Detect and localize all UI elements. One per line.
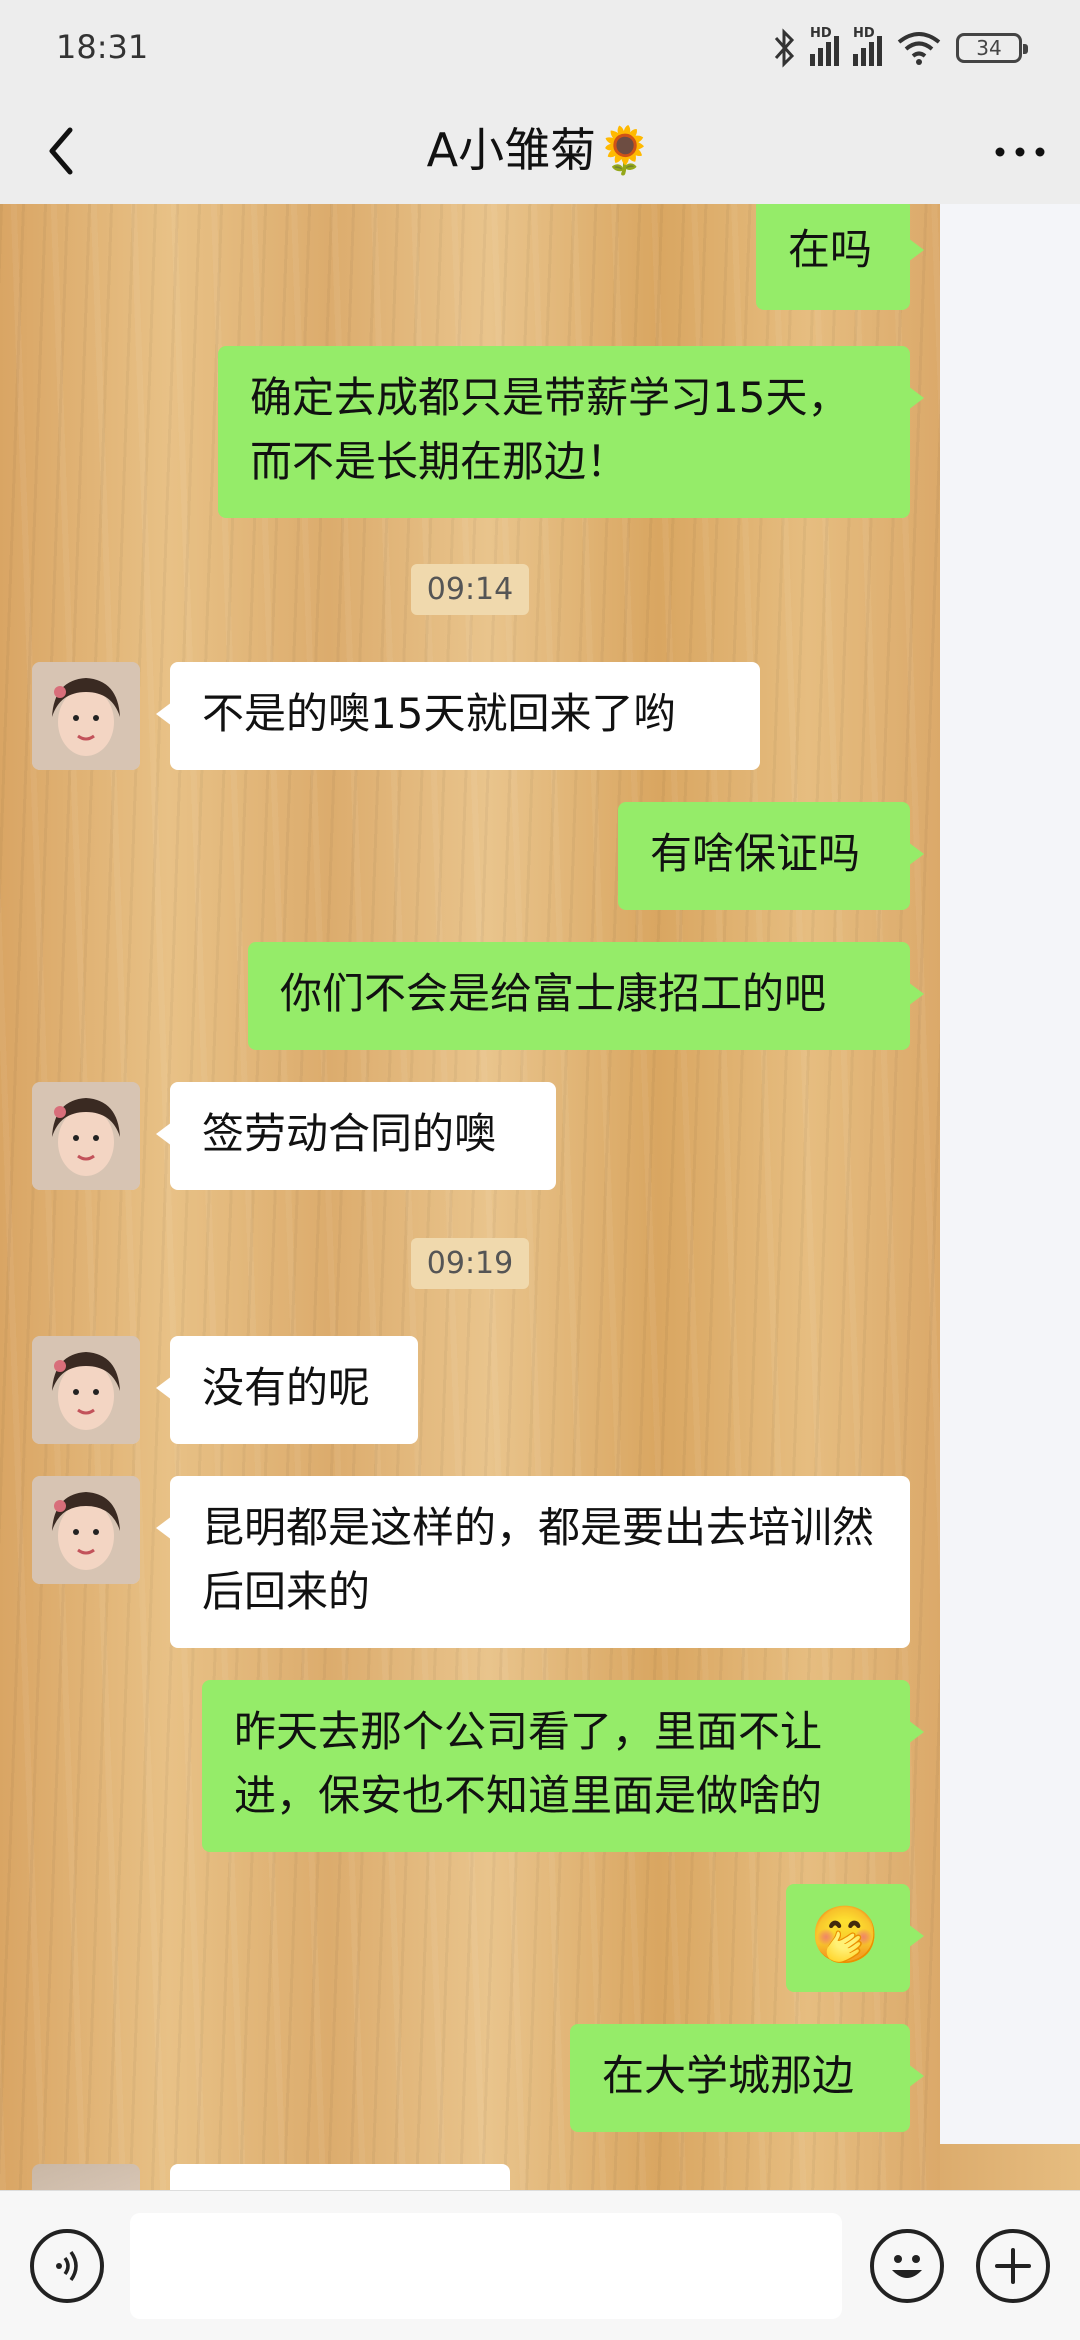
status-bar: 18:31 HD HD 34 bbox=[0, 0, 1080, 96]
signal-icon: HD bbox=[810, 26, 839, 66]
voice-icon bbox=[56, 2250, 78, 2282]
avatar-portrait-icon bbox=[32, 1082, 140, 1190]
message-sent[interactable]: 确定去成都只是带薪学习15天，而不是长期在那边！ bbox=[218, 346, 924, 518]
timestamp-label: 09:14 bbox=[410, 564, 530, 615]
message-received[interactable]: 不是的噢15天就回来了哟 bbox=[156, 662, 760, 770]
contact-avatar[interactable] bbox=[32, 1336, 140, 1444]
side-panel-background bbox=[940, 2144, 1080, 2190]
status-icons: HD HD 34 bbox=[772, 24, 1028, 72]
signal-label-2: HD bbox=[853, 26, 875, 41]
timestamp: 09:14 bbox=[0, 564, 940, 615]
chat-title: A小雏菊🌻 bbox=[426, 123, 654, 177]
contact-avatar[interactable] bbox=[32, 662, 140, 770]
signal-icon-2: HD bbox=[853, 26, 882, 66]
side-panel bbox=[940, 204, 1080, 2144]
smiley-icon bbox=[892, 2255, 922, 2278]
contact-avatar[interactable] bbox=[32, 2164, 140, 2190]
chat-area[interactable]: 在吗 确定去成都只是带薪学习15天，而不是长期在那边！ 09:14 不是的噢15… bbox=[0, 204, 940, 2190]
battery-icon: 34 bbox=[956, 33, 1028, 63]
message-input[interactable] bbox=[130, 2213, 842, 2319]
chat-header: A小雏菊🌻 bbox=[0, 96, 1080, 204]
message-received[interactable]: 没有的呢 bbox=[156, 1336, 418, 1444]
contact-avatar[interactable] bbox=[32, 1082, 140, 1190]
message-sent[interactable]: 在吗 bbox=[756, 204, 924, 310]
message-sent-emoji[interactable]: 🤭 bbox=[786, 1884, 924, 1992]
battery-level: 34 bbox=[976, 36, 1002, 60]
bluetooth-icon bbox=[774, 28, 795, 68]
add-button[interactable] bbox=[976, 2229, 1050, 2303]
message-sent[interactable]: 有啥保证吗 bbox=[618, 802, 924, 910]
status-time: 18:31 bbox=[56, 28, 149, 66]
voice-button[interactable] bbox=[30, 2229, 104, 2303]
message-sent[interactable]: 你们不会是给富士康招工的吧 bbox=[248, 942, 924, 1050]
input-bar bbox=[0, 2190, 1080, 2340]
message-sent[interactable]: 昨天去那个公司看了，里面不让进，保安也不知道里面是做啥的 bbox=[202, 1680, 924, 1852]
timestamp-label: 09:19 bbox=[410, 1238, 530, 1289]
avatar-portrait-icon bbox=[32, 1476, 140, 1584]
avatar-portrait-icon bbox=[32, 662, 140, 770]
avatar-portrait-icon bbox=[32, 1336, 140, 1444]
timestamp: 09:19 bbox=[0, 1238, 940, 1289]
signal-label: HD bbox=[810, 26, 832, 41]
contact-avatar[interactable] bbox=[32, 1476, 140, 1584]
emoji-button[interactable] bbox=[870, 2229, 944, 2303]
more-options-icon[interactable] bbox=[988, 120, 1052, 184]
message-received[interactable]: 昆明都是这样的，都是要出去培训然后回来的 bbox=[156, 1476, 910, 1648]
message-sent[interactable]: 在大学城那边 bbox=[570, 2024, 924, 2132]
message-received-partial[interactable] bbox=[170, 2164, 510, 2190]
wifi-icon bbox=[897, 32, 941, 65]
message-received[interactable]: 签劳动合同的噢 bbox=[156, 1082, 556, 1190]
plus-icon bbox=[995, 2248, 1031, 2284]
